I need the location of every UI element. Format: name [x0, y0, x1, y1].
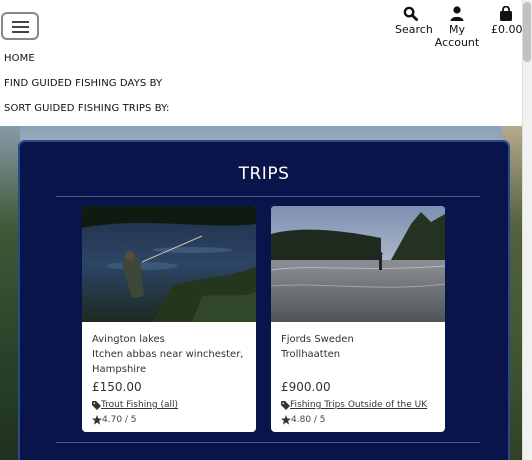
- menu-item-home[interactable]: HOME: [4, 53, 35, 64]
- trip-price: £150.00: [92, 380, 142, 394]
- star-icon: [281, 415, 291, 425]
- hamburger-icon-bar: [12, 31, 29, 33]
- user-icon: [450, 6, 464, 21]
- trip-category: Fishing Trips Outside of the UK: [281, 400, 427, 410]
- trip-card-fjords-sweden[interactable]: Fjords Sweden Trollhaatten £900.00 Fishi…: [271, 206, 445, 432]
- search-label: Search: [395, 23, 433, 36]
- trip-name: Fjords Sweden: [281, 334, 354, 345]
- hero-left-scenery: [0, 126, 20, 460]
- trips-heading: TRIPS: [238, 164, 290, 184]
- trip-photo-avington-lakes[interactable]: [82, 206, 256, 322]
- trip-category: Trout Fishing (all): [92, 400, 178, 410]
- scrollbar-thumb[interactable]: [523, 2, 531, 62]
- shopping-bag-icon: [500, 6, 512, 21]
- trip-location: Trollhaatten: [281, 349, 341, 360]
- my-account-label: My Account: [434, 23, 480, 49]
- category-link[interactable]: Fishing Trips Outside of the UK: [290, 400, 427, 410]
- trip-card-body: Fjords Sweden Trollhaatten: [281, 332, 437, 362]
- star-icon: [92, 415, 102, 425]
- trip-card-avington-lakes[interactable]: Avington lakes Itchen abbas near winches…: [82, 206, 256, 432]
- rating-value: 4.80 / 5: [291, 415, 326, 425]
- menu-item-sort-guided-fishing-trips[interactable]: SORT GUIDED FISHING TRIPS BY:: [4, 103, 170, 114]
- tag-icon: [92, 400, 101, 410]
- heading-divider: [56, 196, 480, 197]
- basket-total: £0.00: [491, 23, 523, 36]
- hamburger-menu-button[interactable]: [1, 12, 39, 40]
- trip-location: Itchen abbas near winchester,: [92, 349, 244, 360]
- search-icon: [403, 6, 418, 21]
- hero-background-image: TRIPS Avington lakes Itchen abbas near w…: [0, 126, 522, 460]
- trip-rating: 4.70 / 5: [92, 415, 137, 425]
- trip-photo-fjords-sweden[interactable]: [271, 206, 445, 322]
- tag-icon: [281, 400, 290, 410]
- hamburger-icon-bar: [12, 26, 29, 28]
- search-nav-link[interactable]: Search: [395, 6, 433, 36]
- trip-price: £900.00: [281, 380, 331, 394]
- category-link[interactable]: Trout Fishing (all): [101, 400, 178, 410]
- footer-divider: [56, 442, 480, 443]
- trip-region: Hampshire: [92, 364, 147, 375]
- trip-card-body: Avington lakes Itchen abbas near winches…: [92, 332, 248, 377]
- hamburger-icon: [12, 21, 29, 23]
- page-scrollbar[interactable]: [522, 0, 532, 460]
- trip-name: Avington lakes: [92, 334, 165, 345]
- menu-item-find-guided-fishing-days[interactable]: FIND GUIDED FISHING DAYS BY: [4, 78, 162, 89]
- trip-rating: 4.80 / 5: [281, 415, 326, 425]
- top-navbar: Search My Account £0.00: [0, 0, 523, 50]
- trips-panel: TRIPS Avington lakes Itchen abbas near w…: [18, 140, 510, 460]
- rating-value: 4.70 / 5: [102, 415, 137, 425]
- my-account-nav-link[interactable]: My Account: [431, 6, 483, 49]
- basket-nav-link[interactable]: £0.00: [491, 6, 523, 36]
